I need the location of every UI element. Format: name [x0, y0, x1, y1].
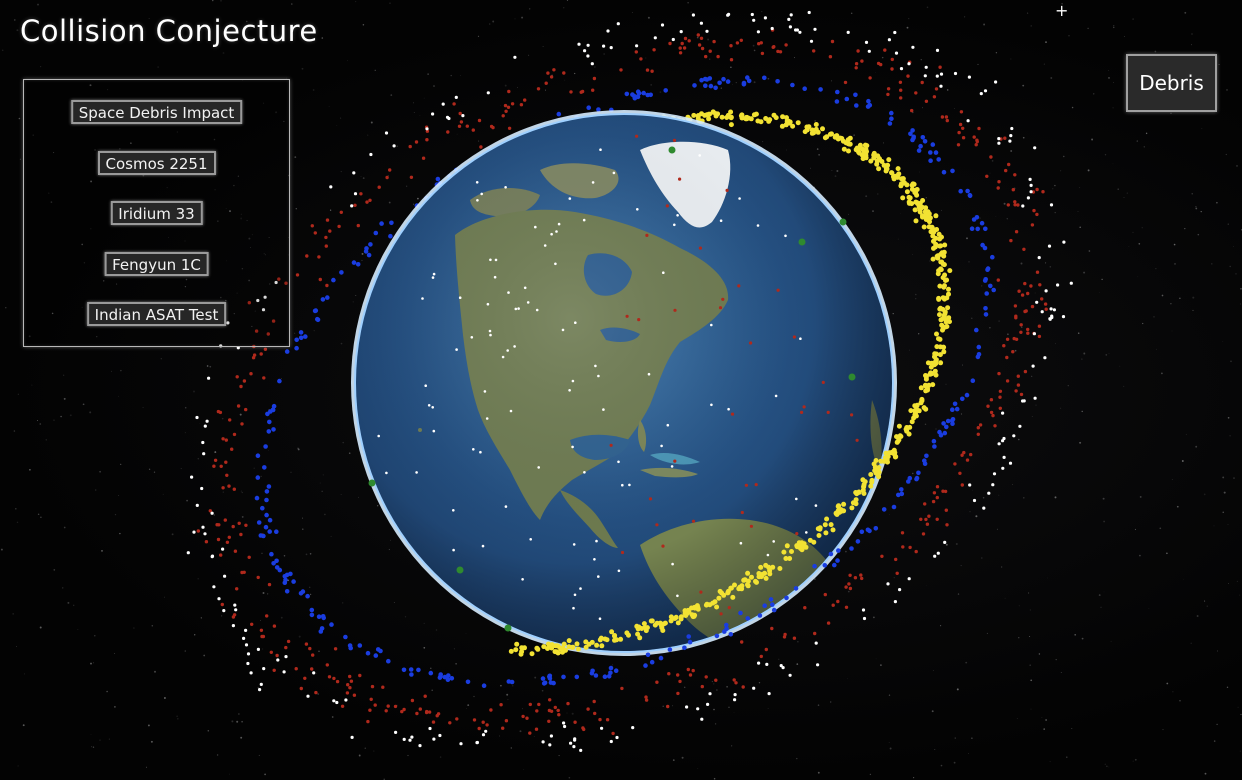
app-title: Collision Conjecture	[20, 14, 318, 48]
fengyun-1c-button[interactable]: Fengyun 1C	[104, 252, 209, 276]
debris-toggle-button[interactable]: Debris	[1126, 54, 1217, 112]
scene-viewport[interactable]: Collision Conjecture + Space Debris Impa…	[0, 0, 1242, 780]
indian-asat-test-button[interactable]: Indian ASAT Test	[86, 302, 227, 326]
earth-globe-icon	[351, 110, 897, 656]
cosmos-2251-button[interactable]: Cosmos 2251	[97, 151, 216, 175]
event-selection-panel: Space Debris Impact Cosmos 2251 Iridium …	[23, 79, 290, 347]
crosshair-cursor-icon: +	[1055, 1, 1069, 20]
iridium-33-button[interactable]: Iridium 33	[110, 201, 203, 225]
space-debris-impact-button[interactable]: Space Debris Impact	[70, 100, 243, 124]
